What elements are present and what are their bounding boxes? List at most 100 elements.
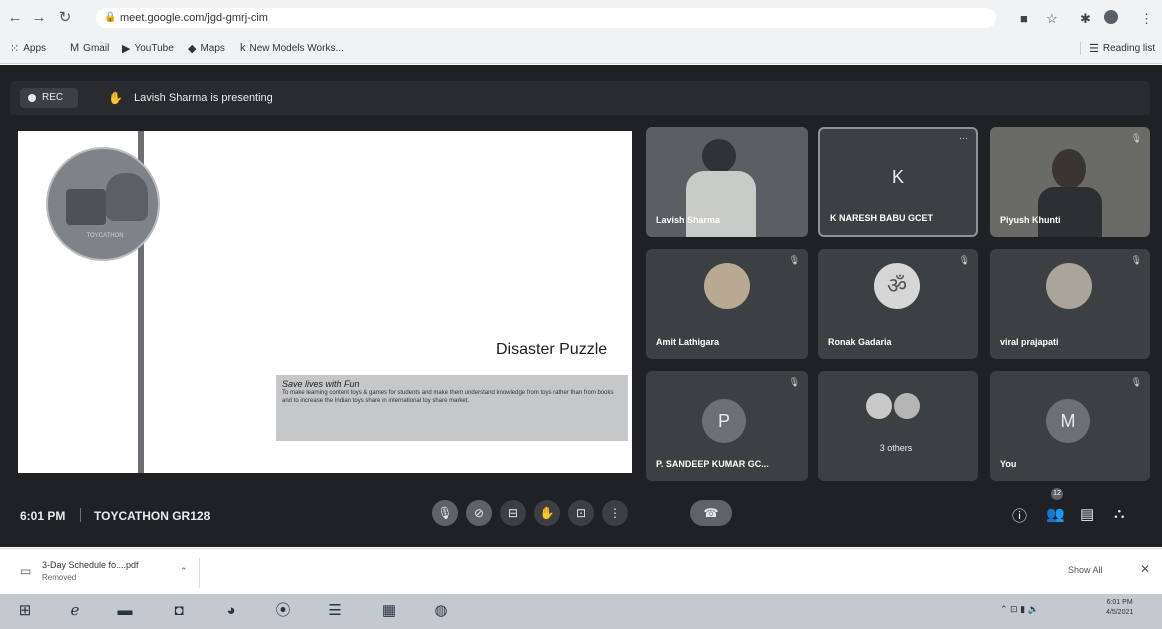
raise-hand-button[interactable]: ✋	[534, 500, 560, 526]
participant-name: viral prajapati	[1000, 337, 1059, 347]
taskbar-clock[interactable]: 6:01 PM 4/5/2021	[1106, 598, 1133, 618]
more-options-icon[interactable]: ⋯	[959, 133, 968, 144]
mic-off-icon: 🎙	[1130, 133, 1142, 143]
store-icon[interactable]: ◘	[166, 599, 192, 623]
slide-subtitle: Save lives with Fun	[282, 379, 360, 389]
profile-photo	[1046, 263, 1092, 309]
slide-text-box: Save lives with Fun To make learning con…	[276, 375, 628, 441]
apps-icon: ⁙	[10, 43, 20, 55]
meet-window: REC ✋ Lavish Sharma is presenting TOYCAT…	[0, 65, 1162, 547]
camera-off-button[interactable]: ⊘	[466, 500, 492, 526]
present-icon: ✋	[108, 91, 123, 105]
mic-off-icon: 🎙	[788, 255, 800, 265]
participant-tile[interactable]: 🎙 viral prajapati	[990, 249, 1150, 359]
participant-body	[1038, 187, 1102, 237]
maps-icon: ◆	[188, 43, 197, 55]
close-icon[interactable]: ✕	[1140, 562, 1150, 576]
bookmark-apps[interactable]: ⁙ Apps	[10, 42, 46, 55]
lock-icon: 🔒	[104, 12, 117, 23]
windows-start-icon[interactable]: ⊞	[12, 599, 38, 623]
downloads-bar: ▭ 3-Day Schedule fo....pdf Removed ⌃ Sho…	[0, 548, 1162, 594]
participant-name: Piyush Khunti	[1000, 215, 1061, 225]
om-symbol-icon: ॐ	[874, 263, 920, 309]
participant-tile[interactable]: ⋯ K K NARESH BABU GCET	[818, 127, 978, 237]
participant-name: Amit Lathigara	[656, 337, 720, 347]
camera-icon[interactable]: ■	[1020, 11, 1028, 26]
participant-tile[interactable]: 🎙 P P. SANDEEP KUMAR GC...	[646, 371, 808, 481]
participant-name: P. SANDEEP KUMAR GC...	[656, 459, 769, 469]
participant-name: You	[1000, 459, 1017, 469]
excel-icon[interactable]: ▦	[376, 599, 402, 623]
forward-icon[interactable]: →	[30, 9, 48, 27]
internet-explorer-icon[interactable]: ℯ	[62, 599, 88, 623]
captions-button[interactable]: ⊟	[500, 500, 526, 526]
participant-body	[686, 171, 756, 237]
bookmark-maps[interactable]: ◆ Maps	[188, 42, 225, 55]
bookmark-new-models[interactable]: k New Models Works...	[240, 42, 344, 54]
maps-app-icon[interactable]: ⦿	[270, 599, 296, 623]
meeting-name: TOYCATHON GR128	[94, 509, 211, 523]
elephant-icon	[106, 173, 148, 221]
participant-tile[interactable]: 🎙 ॐ Ronak Gadaria	[818, 249, 978, 359]
star-icon[interactable]: ☆	[1046, 11, 1058, 27]
more-icon[interactable]: ⋮	[1140, 11, 1153, 27]
letter-avatar: K	[891, 167, 904, 187]
recording-badge: REC	[20, 88, 78, 108]
letter-avatar: M	[1046, 399, 1090, 443]
mic-off-icon: 🎙	[1130, 255, 1142, 265]
meeting-details-icon[interactable]: ⓘ	[1012, 505, 1027, 526]
mic-off-icon: 🎙	[788, 377, 800, 387]
page-icon: k	[240, 42, 246, 54]
participant-name: Ronak Gadaria	[828, 337, 892, 347]
participant-name: K NARESH BABU GCET	[830, 213, 934, 223]
participant-head	[1052, 149, 1086, 189]
people-icon[interactable]: 👥	[1046, 505, 1065, 523]
bookmark-youtube[interactable]: ▶ YouTube	[122, 42, 174, 55]
system-tray[interactable]: ⌃ ⊡ ▮ 🔊	[1000, 604, 1039, 615]
presenting-banner: ✋ Lavish Sharma is presenting	[98, 88, 273, 108]
chevron-up-icon[interactable]: ⌃	[180, 566, 188, 577]
bookmarks-bar: ⁙ Apps M Gmail ▶ YouTube ◆ Maps k New Models …	[0, 38, 1162, 60]
file-icon: ▭	[20, 564, 32, 578]
presenting-text: Lavish Sharma is presenting	[134, 92, 273, 104]
mic-off-button[interactable]: 🎙	[432, 500, 458, 526]
chat-icon[interactable]: ▤	[1080, 505, 1094, 523]
presentation-bar: REC ✋ Lavish Sharma is presenting	[10, 81, 1150, 115]
more-options-button[interactable]: ⋮	[602, 500, 628, 526]
shared-slide: TOYCATHON Disaster Puzzle Save lives wit…	[18, 131, 632, 473]
bookmark-gmail[interactable]: M Gmail	[70, 42, 109, 54]
mic-off-icon: 🎙	[958, 255, 970, 265]
letter-avatar: P	[702, 399, 746, 443]
chrome-icon[interactable]: ◕	[218, 599, 244, 623]
present-button[interactable]: ⊡	[568, 500, 594, 526]
participant-tile[interactable]: 🎙 M You	[990, 371, 1150, 481]
profile-photo	[704, 263, 750, 309]
participant-tile[interactable]: 🎙 Piyush Khunti	[990, 127, 1150, 237]
participant-tile[interactable]: 🎙 Amit Lathigara	[646, 249, 808, 359]
activities-icon[interactable]: ⛬	[1114, 505, 1125, 522]
address-bar[interactable]: 🔒 meet.google.com/jgd-gmrj-cim	[96, 8, 996, 28]
toycathon-logo: TOYCATHON	[46, 147, 160, 261]
participant-tile[interactable]: 3 others	[818, 371, 978, 481]
show-all-button[interactable]: Show All	[1068, 565, 1103, 575]
people-count-badge: 12	[1051, 488, 1063, 500]
avatar[interactable]	[1104, 10, 1118, 24]
download-item[interactable]: ▭ 3-Day Schedule fo....pdf Removed ⌃	[12, 558, 200, 588]
browser-chrome: ← → ↻ 🔒 meet.google.com/jgd-gmrj-cim ■ ☆…	[0, 0, 1162, 64]
participant-tile[interactable]: Lavish Sharma	[646, 127, 808, 237]
back-icon[interactable]: ←	[6, 9, 24, 27]
taskbar: ⊞ ℯ ▬ ◘ ◕ ⦿ ☰ ▦ ◍ ⌃ ⊡ ▮ 🔊 6:01 PM 4/5/20…	[0, 594, 1162, 629]
url-text: meet.google.com/jgd-gmrj-cim	[120, 12, 268, 24]
mic-off-icon: 🎙	[1130, 377, 1142, 387]
youtube-icon: ▶	[122, 43, 131, 55]
file-explorer-icon[interactable]: ▬	[112, 599, 138, 623]
reload-icon[interactable]: ↻	[56, 9, 74, 27]
reading-list[interactable]: ☰ Reading list	[1080, 42, 1155, 55]
meeting-time: 6:01 PM	[20, 509, 66, 523]
app-icon[interactable]: ◍	[428, 599, 454, 623]
leave-call-button[interactable]: ☎	[690, 500, 732, 526]
extensions-icon[interactable]: ✱	[1080, 11, 1091, 27]
slide-body: To make learning content toys & games fo…	[282, 390, 614, 404]
network-app-icon[interactable]: ☰	[322, 599, 348, 623]
others-label: 3 others	[879, 443, 913, 453]
